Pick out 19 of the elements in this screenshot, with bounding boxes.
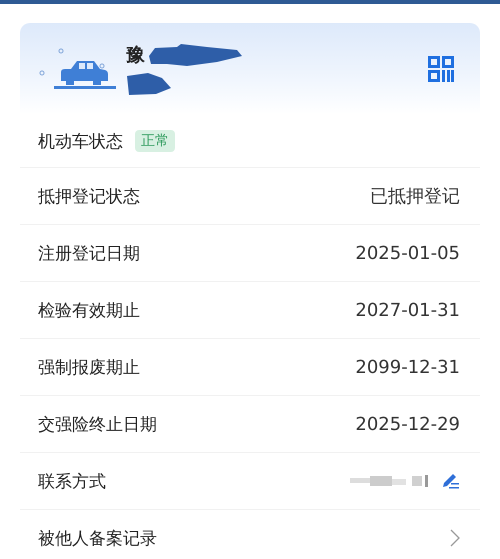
- row-label: 强制报废期止: [38, 356, 140, 378]
- chevron-right-icon[interactable]: [450, 529, 460, 547]
- row-label: 交强险终止日期: [38, 414, 157, 436]
- row-label: 检验有效期止: [38, 300, 140, 322]
- row-label: 注册登记日期: [38, 242, 140, 264]
- row-value: 2025-12-29: [355, 414, 460, 434]
- row-label: 抵押登记状态: [38, 186, 140, 208]
- row-value: 2025-01-05: [355, 242, 460, 264]
- row-value: 2027-01-31: [355, 300, 460, 320]
- row-label: 联系方式: [38, 470, 106, 492]
- status-badge: 正常: [135, 130, 175, 152]
- redaction-mark: [126, 72, 172, 96]
- plate-number: 豫: [126, 43, 145, 68]
- edit-icon[interactable]: [440, 471, 460, 491]
- status-label: 机动车状态: [38, 130, 123, 152]
- qr-code-icon[interactable]: [428, 56, 454, 82]
- row-value: 已抵押登记: [370, 185, 460, 208]
- row-label: 被他人备案记录: [38, 528, 157, 550]
- row-value: 2099-12-31: [355, 356, 460, 378]
